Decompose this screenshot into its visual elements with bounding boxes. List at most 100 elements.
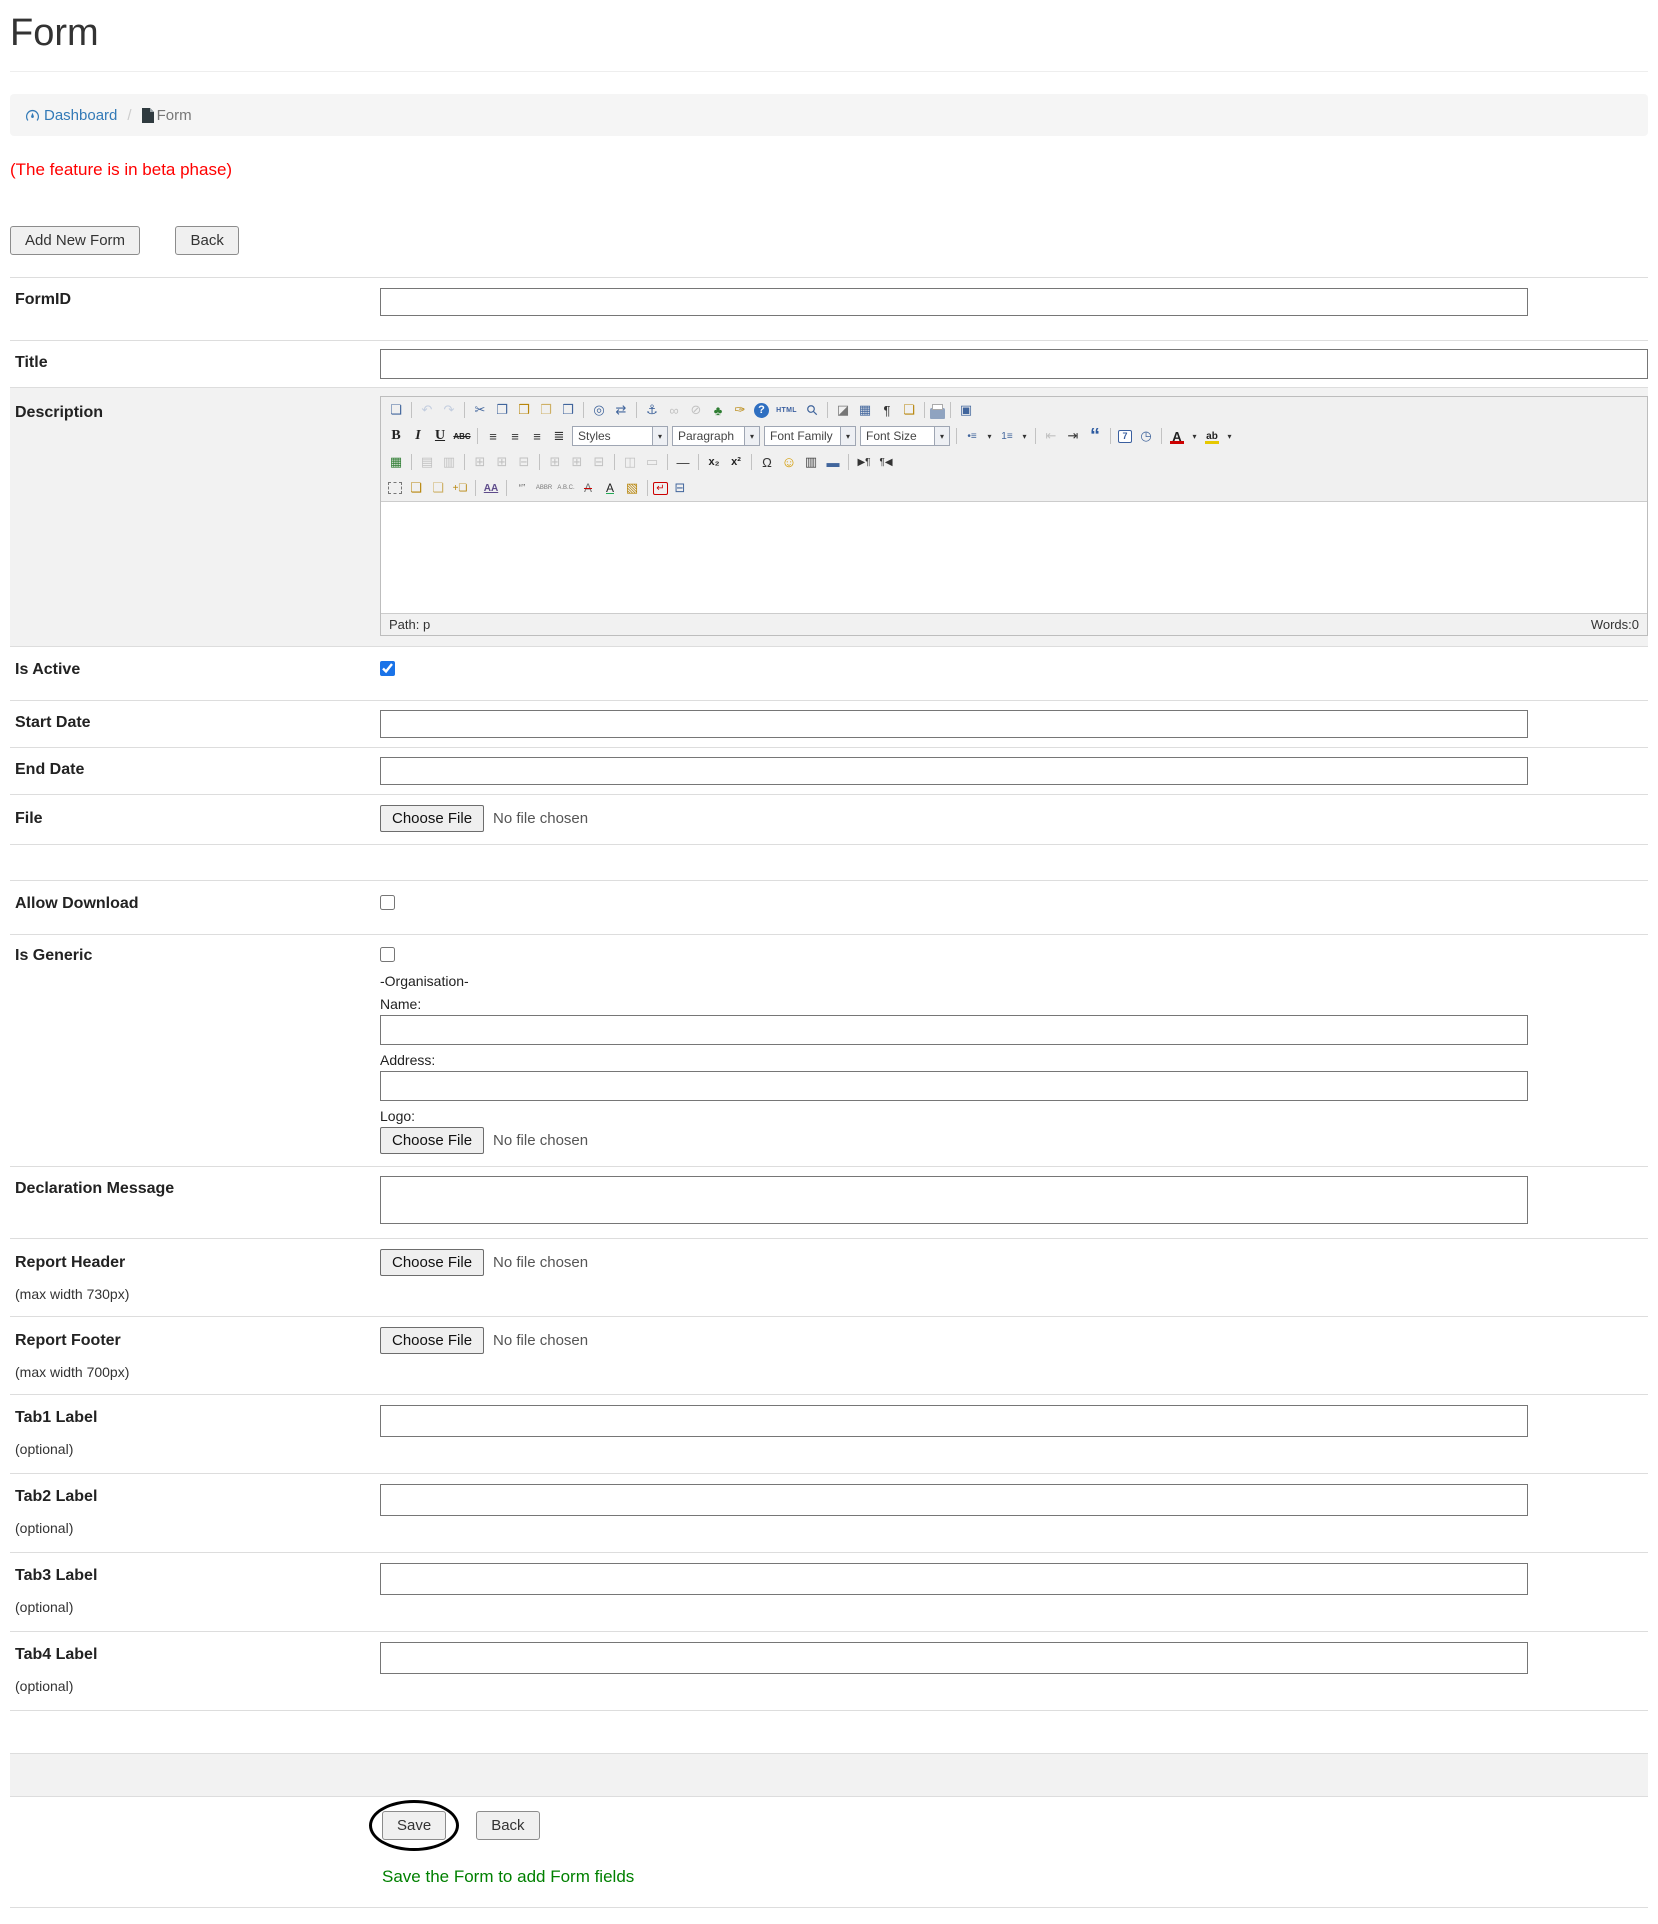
fullscreen-icon[interactable]: ▣ — [956, 400, 976, 420]
html-source-icon[interactable]: HTML — [773, 400, 800, 420]
align-justify-icon[interactable]: ≣ — [549, 426, 569, 446]
highlight-color-icon[interactable]: ab — [1202, 426, 1222, 446]
tab4-input[interactable] — [380, 1642, 1528, 1674]
start-date-input[interactable] — [380, 710, 1528, 738]
align-right-icon[interactable]: ≡ — [527, 426, 547, 446]
is-generic-checkbox[interactable] — [380, 947, 395, 962]
indent-icon[interactable]: ⇥ — [1063, 426, 1083, 446]
remove-format-icon[interactable]: ◪ — [833, 400, 853, 420]
organisation-name-input[interactable] — [380, 1015, 1528, 1045]
redo-icon[interactable]: ↷ — [439, 400, 459, 420]
abbreviation-icon[interactable]: ABBR — [534, 478, 554, 498]
text-color-arrow[interactable]: ▾ — [1189, 426, 1200, 446]
split-cells-icon[interactable]: ◫ — [620, 452, 640, 472]
insert-row-after-icon[interactable]: ⊞ — [492, 452, 512, 472]
report-footer-choose-button[interactable]: Choose File — [380, 1327, 484, 1354]
find-icon[interactable]: ◎ — [589, 400, 609, 420]
cite-icon[interactable]: “” — [512, 478, 532, 498]
breadcrumb-dashboard-link[interactable]: Dashboard — [25, 107, 117, 124]
ins-icon[interactable]: A — [600, 478, 620, 498]
tab2-input[interactable] — [380, 1484, 1528, 1516]
style-props-icon[interactable]: AA — [481, 478, 501, 498]
anchor-icon[interactable]: ⚓ — [642, 400, 662, 420]
styles-select[interactable]: Styles▾ — [572, 426, 668, 446]
insert-date-icon[interactable]: 7 — [1118, 430, 1132, 443]
cut-icon[interactable]: ✂ — [470, 400, 490, 420]
bullet-list-icon[interactable]: •≡ — [962, 426, 982, 446]
insert-layer-icon[interactable]: +❏ — [450, 478, 470, 498]
end-date-input[interactable] — [380, 757, 1528, 785]
blockquote-icon[interactable]: “ — [1085, 426, 1105, 446]
title-input[interactable] — [380, 349, 1648, 379]
highlight-color-arrow[interactable]: ▾ — [1224, 426, 1235, 446]
acronym-icon[interactable]: A.B.C. — [556, 478, 576, 498]
unlink-icon[interactable]: ⊘ — [686, 400, 706, 420]
copy-icon[interactable]: ❐ — [492, 400, 512, 420]
outdent-icon[interactable]: ⇤ — [1041, 426, 1061, 446]
tab1-input[interactable] — [380, 1405, 1528, 1437]
bullet-list-arrow[interactable]: ▾ — [984, 426, 995, 446]
paste-as-text-icon[interactable]: ❒ — [536, 400, 556, 420]
attributes-icon[interactable]: ▧ — [622, 478, 642, 498]
report-header-choose-button[interactable]: Choose File — [380, 1249, 484, 1276]
insert-row-before-icon[interactable]: ⊞ — [470, 452, 490, 472]
row-properties-icon[interactable]: ▤ — [417, 452, 437, 472]
rtl-icon[interactable]: ¶◀ — [876, 452, 896, 472]
font-family-select[interactable]: Font Family▾ — [764, 426, 856, 446]
text-color-icon[interactable]: A — [1167, 426, 1187, 446]
ltr-icon[interactable]: ▶¶ — [854, 452, 874, 472]
allow-download-checkbox[interactable] — [380, 895, 395, 910]
delete-column-icon[interactable]: ⊟ — [589, 452, 609, 472]
insert-column-before-icon[interactable]: ⊞ — [545, 452, 565, 472]
tab3-input[interactable] — [380, 1563, 1528, 1595]
numbered-list-icon[interactable]: 1≡ — [997, 426, 1017, 446]
paragraph-select[interactable]: Paragraph▾ — [672, 426, 760, 446]
insert-image-icon[interactable]: ♣ — [708, 400, 728, 420]
visual-aid-icon[interactable] — [388, 482, 402, 494]
back-button-bottom[interactable]: Back — [476, 1811, 539, 1840]
move-backward-icon[interactable]: ❏ — [428, 478, 448, 498]
organisation-address-input[interactable] — [380, 1071, 1528, 1101]
paste-icon[interactable]: ❒ — [514, 400, 534, 420]
special-char-icon[interactable]: Ω — [757, 452, 777, 472]
save-button[interactable]: Save — [382, 1811, 446, 1840]
cleanup-icon[interactable]: ✑ — [730, 400, 750, 420]
horizontal-rule-icon[interactable]: — — [673, 452, 693, 472]
description-editor-body[interactable] — [381, 501, 1647, 613]
link-icon[interactable]: ∞ — [664, 400, 684, 420]
insert-time-icon[interactable]: ◷ — [1136, 426, 1156, 446]
italic-icon[interactable]: I — [408, 426, 428, 446]
declaration-textarea[interactable] — [380, 1176, 1528, 1224]
font-size-select[interactable]: Font Size▾ — [860, 426, 950, 446]
del-icon[interactable]: A — [578, 478, 598, 498]
numbered-list-arrow[interactable]: ▾ — [1019, 426, 1030, 446]
logo-choose-button[interactable]: Choose File — [380, 1127, 484, 1154]
align-center-icon[interactable]: ≡ — [505, 426, 525, 446]
edit-table-icon[interactable]: ▦ — [386, 452, 406, 472]
emoticons-icon[interactable]: ☺ — [779, 452, 799, 472]
bold-icon[interactable]: B — [386, 426, 406, 446]
insert-column-after-icon[interactable]: ⊞ — [567, 452, 587, 472]
file-choose-button[interactable]: Choose File — [380, 805, 484, 832]
delete-row-icon[interactable]: ⊟ — [514, 452, 534, 472]
subscript-icon[interactable]: x₂ — [704, 452, 724, 472]
align-left-icon[interactable]: ≡ — [483, 426, 503, 446]
back-button-top[interactable]: Back — [175, 226, 238, 255]
preview-icon[interactable]: ⚲ — [798, 396, 826, 424]
strikethrough-icon[interactable]: ABC — [452, 426, 472, 446]
insert-table-icon[interactable]: ▦ — [855, 400, 875, 420]
cell-properties-icon[interactable]: ▥ — [439, 452, 459, 472]
underline-icon[interactable]: U — [430, 426, 450, 446]
is-active-checkbox[interactable] — [380, 661, 395, 676]
page-preview-icon[interactable]: ❏ — [899, 400, 919, 420]
show-blocks-icon[interactable]: ¶ — [877, 400, 897, 420]
help-icon[interactable]: ? — [754, 403, 769, 418]
nonbreaking-icon[interactable]: ↵ — [653, 482, 668, 495]
new-document-icon[interactable]: ❏ — [386, 400, 406, 420]
print-icon[interactable] — [930, 408, 945, 419]
move-forward-icon[interactable]: ❏ — [406, 478, 426, 498]
find-replace-icon[interactable]: ⇄ — [611, 400, 631, 420]
media-icon[interactable]: ▥ — [801, 452, 821, 472]
merge-cells-icon[interactable]: ▭ — [642, 452, 662, 472]
paste-from-word-icon[interactable]: ❒ — [558, 400, 578, 420]
